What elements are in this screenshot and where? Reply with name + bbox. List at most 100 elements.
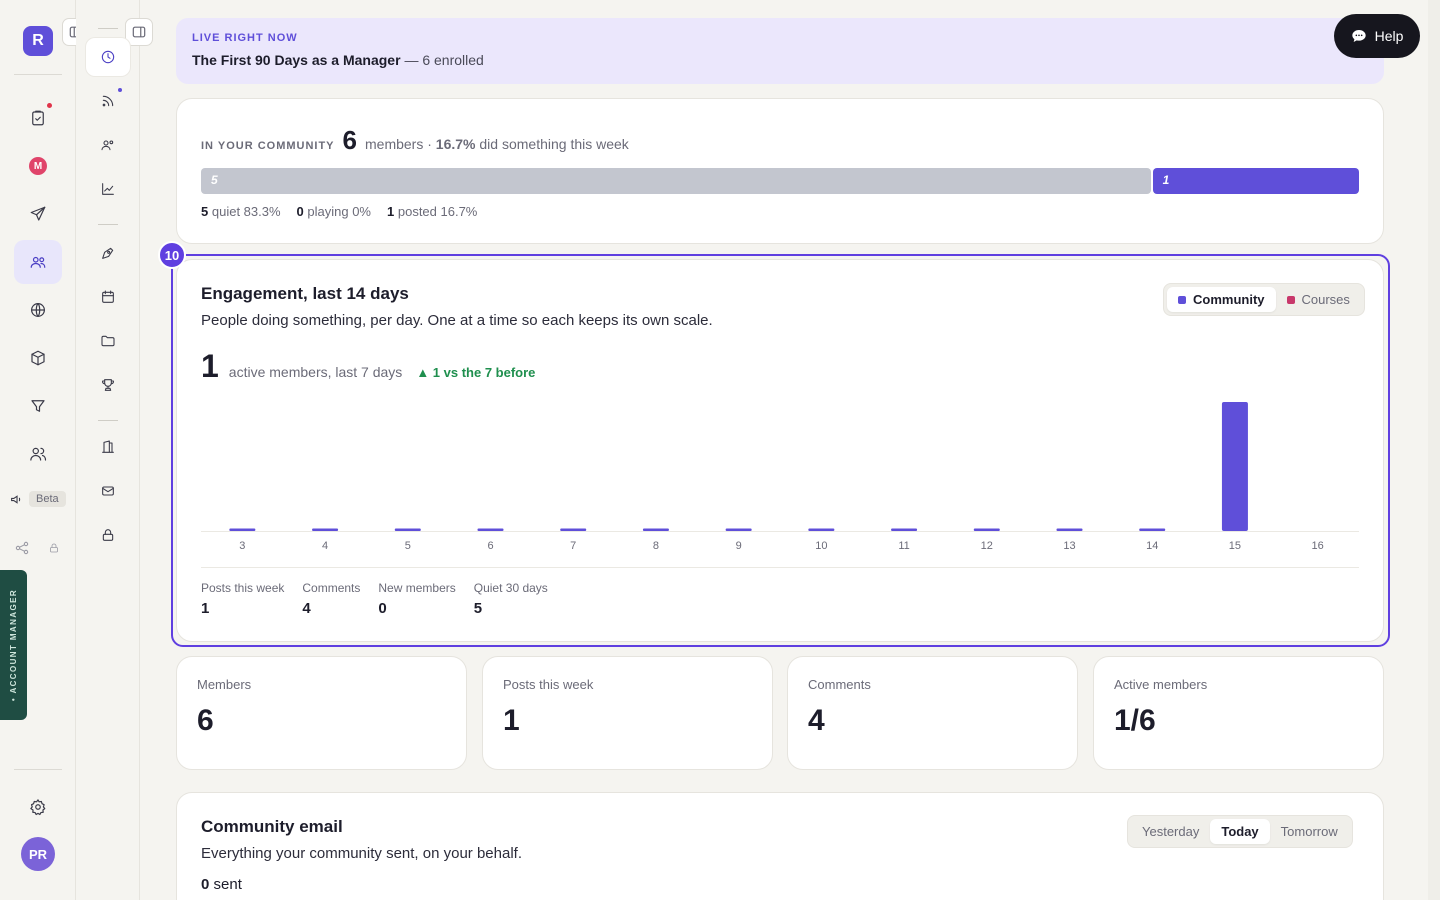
lock-icon	[50, 543, 58, 553]
chart-tick-label: 14	[1146, 540, 1158, 552]
community-summary-card: IN YOUR COMMUNITY 6 members · 16.7% did …	[176, 98, 1384, 244]
nav-feed-icon[interactable]	[86, 82, 130, 120]
settings-gear-icon[interactable]	[14, 785, 62, 829]
chart-tick-label: 8	[653, 540, 659, 552]
account-manager-tab[interactable]: • ACCOUNT MANAGER	[0, 570, 27, 720]
nav-tasks-icon[interactable]	[14, 96, 62, 140]
toggle-yesterday[interactable]: Yesterday	[1131, 819, 1210, 844]
chart-bar-11[interactable]	[891, 528, 918, 532]
toggle-community[interactable]: Community	[1167, 287, 1276, 312]
toggle-community-label: Community	[1193, 292, 1265, 307]
nav-m-app[interactable]: M	[14, 144, 62, 188]
toggle-tomorrow[interactable]: Tomorrow	[1270, 819, 1349, 844]
legend-playing: 0 playing 0%	[297, 204, 371, 219]
live-course-banner[interactable]: LIVE RIGHT NOW The First 90 Days as a Ma…	[176, 18, 1384, 84]
scroll-gutter	[1428, 0, 1440, 900]
chart-bar-8[interactable]	[642, 528, 669, 532]
nav-mail-icon[interactable]	[86, 472, 130, 510]
beta-badge: Beta	[29, 491, 66, 507]
legend-playing-text: playing 0%	[307, 204, 371, 219]
community-email-card: Community email Everything your communit…	[176, 792, 1384, 900]
active-percent: 16.7%	[435, 136, 476, 152]
stat-value: 1	[201, 600, 210, 617]
legend-quiet-text: quiet 83.3%	[211, 204, 281, 219]
stat-label: Comments	[302, 581, 361, 595]
chart-bar-3[interactable]	[229, 528, 256, 532]
community-member-count: 6	[342, 125, 357, 155]
live-course-line: The First 90 Days as a Manager — 6 enrol…	[192, 52, 1368, 68]
chart-bar-14[interactable]	[1139, 528, 1166, 532]
primary-sidebar: R M Beta • ACCOUNT MANAGER PR	[0, 0, 90, 900]
help-button[interactable]: Help	[1334, 14, 1420, 58]
chart-tick-label: 4	[322, 540, 328, 552]
stat-comments: Comments 4	[302, 581, 360, 617]
email-sent-line: 0 sent	[201, 876, 1359, 893]
active-metric-value: 1	[201, 348, 219, 384]
kpi-value: 1/6	[1114, 704, 1156, 737]
email-day-toggle: Yesterday Today Tomorrow	[1127, 815, 1353, 848]
segment-legend: 5 quiet 83.3% 0 playing 0% 1 posted 16.7…	[201, 204, 477, 219]
nav-filter-icon[interactable]	[14, 384, 62, 428]
chart-tick-label: 6	[487, 540, 493, 552]
beta-feature[interactable]: Beta	[10, 491, 66, 507]
chart-tick-label: 10	[815, 540, 827, 552]
nav-box-icon[interactable]	[14, 336, 62, 380]
kpi-active-members[interactable]: Active members 1/6	[1093, 656, 1384, 770]
nav-globe-icon[interactable]	[14, 288, 62, 332]
chart-tick-label: 16	[1312, 540, 1324, 552]
notification-dot	[47, 103, 52, 108]
kpi-label: Comments	[808, 677, 871, 692]
toggle-courses[interactable]: Courses	[1276, 287, 1361, 312]
nav-people-icon[interactable]	[86, 126, 130, 164]
segment-quiet[interactable]: 5	[201, 168, 1151, 194]
legend-quiet: 5 quiet 83.3%	[201, 204, 281, 219]
stat-value: 5	[473, 600, 483, 617]
member-segment-bar: 5 1	[201, 168, 1359, 194]
app-logo[interactable]: R	[23, 26, 53, 56]
live-enrolled-count: — 6 enrolled	[404, 52, 484, 68]
share-row	[14, 540, 60, 556]
nav-lock-icon[interactable]	[86, 516, 130, 554]
members-word: members ·	[365, 136, 432, 152]
stat-new-members: New members 0	[378, 581, 455, 617]
chart-bar-15[interactable]	[1221, 402, 1248, 531]
nav-pen-icon[interactable]	[86, 234, 130, 272]
chart-bar-6[interactable]	[477, 528, 504, 532]
legend-playing-count: 0	[296, 204, 304, 219]
nav-members-icon[interactable]	[14, 432, 62, 476]
chart-bar-12[interactable]	[973, 528, 1000, 532]
kpi-value: 6	[197, 704, 214, 737]
chart-bar-13[interactable]	[1056, 528, 1083, 532]
step-badge[interactable]: 10	[158, 241, 186, 269]
kpi-comments[interactable]: Comments 4	[787, 656, 1078, 770]
chart-bar-7[interactable]	[560, 528, 587, 532]
chart-bar-10[interactable]	[808, 528, 835, 532]
active-metric-delta: ▲ 1 vs the 7 before	[416, 365, 536, 380]
nav-calendar-icon[interactable]	[86, 278, 130, 316]
live-course-title: The First 90 Days as a Manager	[192, 52, 401, 68]
toggle-today[interactable]: Today	[1210, 819, 1270, 844]
nav-community-icon[interactable]	[14, 240, 62, 284]
nav-folder-icon[interactable]	[86, 322, 130, 360]
chart-bar-5[interactable]	[394, 528, 421, 532]
nav-trophy-icon[interactable]	[86, 366, 130, 404]
chart-tick-label: 15	[1229, 540, 1241, 552]
chart-bar-9[interactable]	[725, 528, 752, 532]
stat-label: New members	[378, 581, 456, 595]
chart-bar-4[interactable]	[312, 528, 339, 532]
toggle-courses-label: Courses	[1301, 292, 1350, 307]
nav-activity-clock-icon[interactable]	[86, 38, 130, 76]
engagement-bar-chart: 3 4 5 6 7 8 9 10 11 12 13 14 15 16	[201, 402, 1359, 552]
kpi-members[interactable]: Members 6	[176, 656, 467, 770]
share-icon[interactable]	[14, 540, 30, 556]
divider	[14, 74, 62, 75]
nav-send-icon[interactable]	[14, 192, 62, 236]
community-swatch	[1178, 295, 1186, 304]
segment-posted[interactable]: 1	[1152, 168, 1359, 194]
legend-posted-text: posted 16.7%	[397, 204, 478, 219]
user-avatar[interactable]: PR	[21, 837, 55, 871]
nav-analytics-icon[interactable]	[86, 170, 130, 208]
kpi-posts-week[interactable]: Posts this week 1	[482, 656, 773, 770]
nav-door-icon[interactable]	[86, 428, 130, 466]
legend-posted: 1 posted 16.7%	[387, 204, 477, 219]
